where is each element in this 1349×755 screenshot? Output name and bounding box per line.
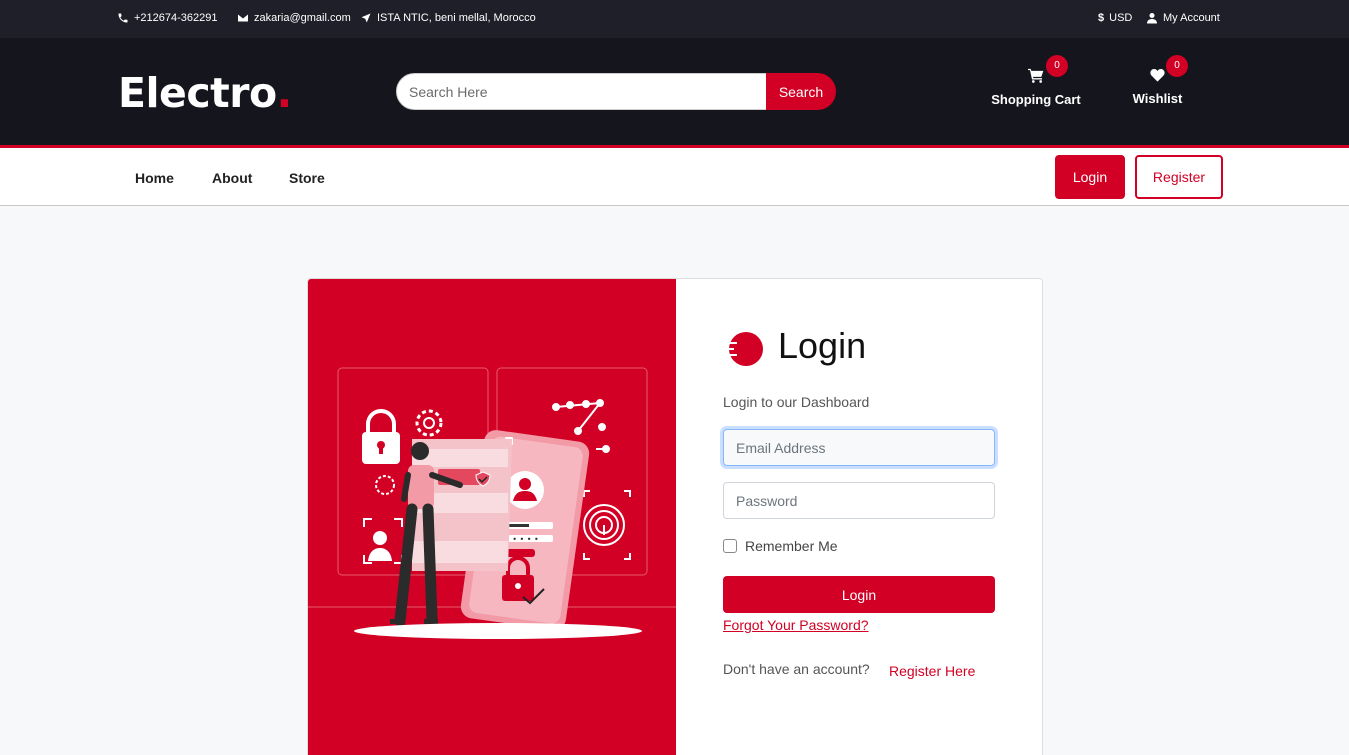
- security-illustration-graphic: • • • • • ×: [308, 367, 676, 639]
- wishlist-count-badge: 0: [1166, 55, 1188, 77]
- address-text: ISTA NTIC, beni mellal, Morocco: [377, 12, 536, 24]
- location-arrow-icon: [361, 13, 371, 23]
- cart-icon: [990, 68, 1082, 88]
- search-input[interactable]: [396, 73, 768, 110]
- user-icon: [1147, 13, 1157, 24]
- remember-me-label: Remember Me: [745, 538, 838, 554]
- currency-selector[interactable]: $ USD: [1098, 12, 1132, 24]
- nav-store[interactable]: Store: [289, 170, 325, 186]
- logo-text: Electro: [118, 69, 277, 117]
- login-brand-icon: [724, 331, 764, 372]
- email-info: zakaria@gmail.com: [237, 12, 351, 24]
- currency-text: USD: [1109, 12, 1133, 24]
- forgot-password-link[interactable]: Forgot Your Password?: [723, 617, 869, 633]
- shopping-cart-link[interactable]: Shopping Cart 0: [990, 55, 1082, 107]
- nav-about[interactable]: About: [212, 170, 252, 186]
- main-nav: Home About Store Login Register: [0, 148, 1349, 206]
- nav-login-button[interactable]: Login: [1055, 155, 1125, 199]
- register-here-link[interactable]: Register Here: [889, 663, 975, 679]
- phone-icon: [118, 13, 128, 23]
- password-field[interactable]: [723, 482, 995, 519]
- my-account-text: My Account: [1163, 12, 1220, 24]
- login-title: Login: [778, 325, 867, 366]
- address-info: ISTA NTIC, beni mellal, Morocco: [360, 12, 536, 24]
- nav-register-button[interactable]: Register: [1135, 155, 1223, 199]
- email-field[interactable]: [723, 429, 995, 466]
- login-submit-button[interactable]: Login: [723, 576, 995, 613]
- email-text: zakaria@gmail.com: [254, 12, 351, 24]
- envelope-icon: [238, 14, 248, 22]
- checkbox-box[interactable]: [723, 539, 737, 553]
- cart-label: Shopping Cart: [991, 92, 1081, 107]
- login-illustration: • • • • • ×: [308, 279, 676, 755]
- wishlist-link[interactable]: Wishlist 0: [1130, 55, 1188, 106]
- remember-me-checkbox[interactable]: Remember Me: [723, 538, 838, 554]
- cart-count-badge: 0: [1046, 55, 1068, 77]
- nav-home[interactable]: Home: [135, 170, 174, 186]
- top-bar: +212674-362291 zakaria@gmail.com ISTA NT…: [0, 0, 1349, 38]
- my-account-link[interactable]: My Account: [1146, 12, 1220, 24]
- search-button[interactable]: Search: [766, 73, 836, 110]
- phone-info: +212674-362291: [117, 12, 218, 24]
- site-logo[interactable]: Electro.: [118, 68, 292, 118]
- wishlist-label: Wishlist: [1132, 91, 1183, 106]
- no-account-text: Don't have an account?: [723, 661, 870, 677]
- dollar-icon: $: [1098, 12, 1105, 24]
- login-card: • • • • • ×: [307, 278, 1043, 755]
- phone-text: +212674-362291: [134, 12, 218, 24]
- logo-dot: .: [276, 69, 293, 117]
- login-subtitle: Login to our Dashboard: [723, 394, 870, 410]
- svg-text:• • • • •: • • • • •: [505, 535, 539, 544]
